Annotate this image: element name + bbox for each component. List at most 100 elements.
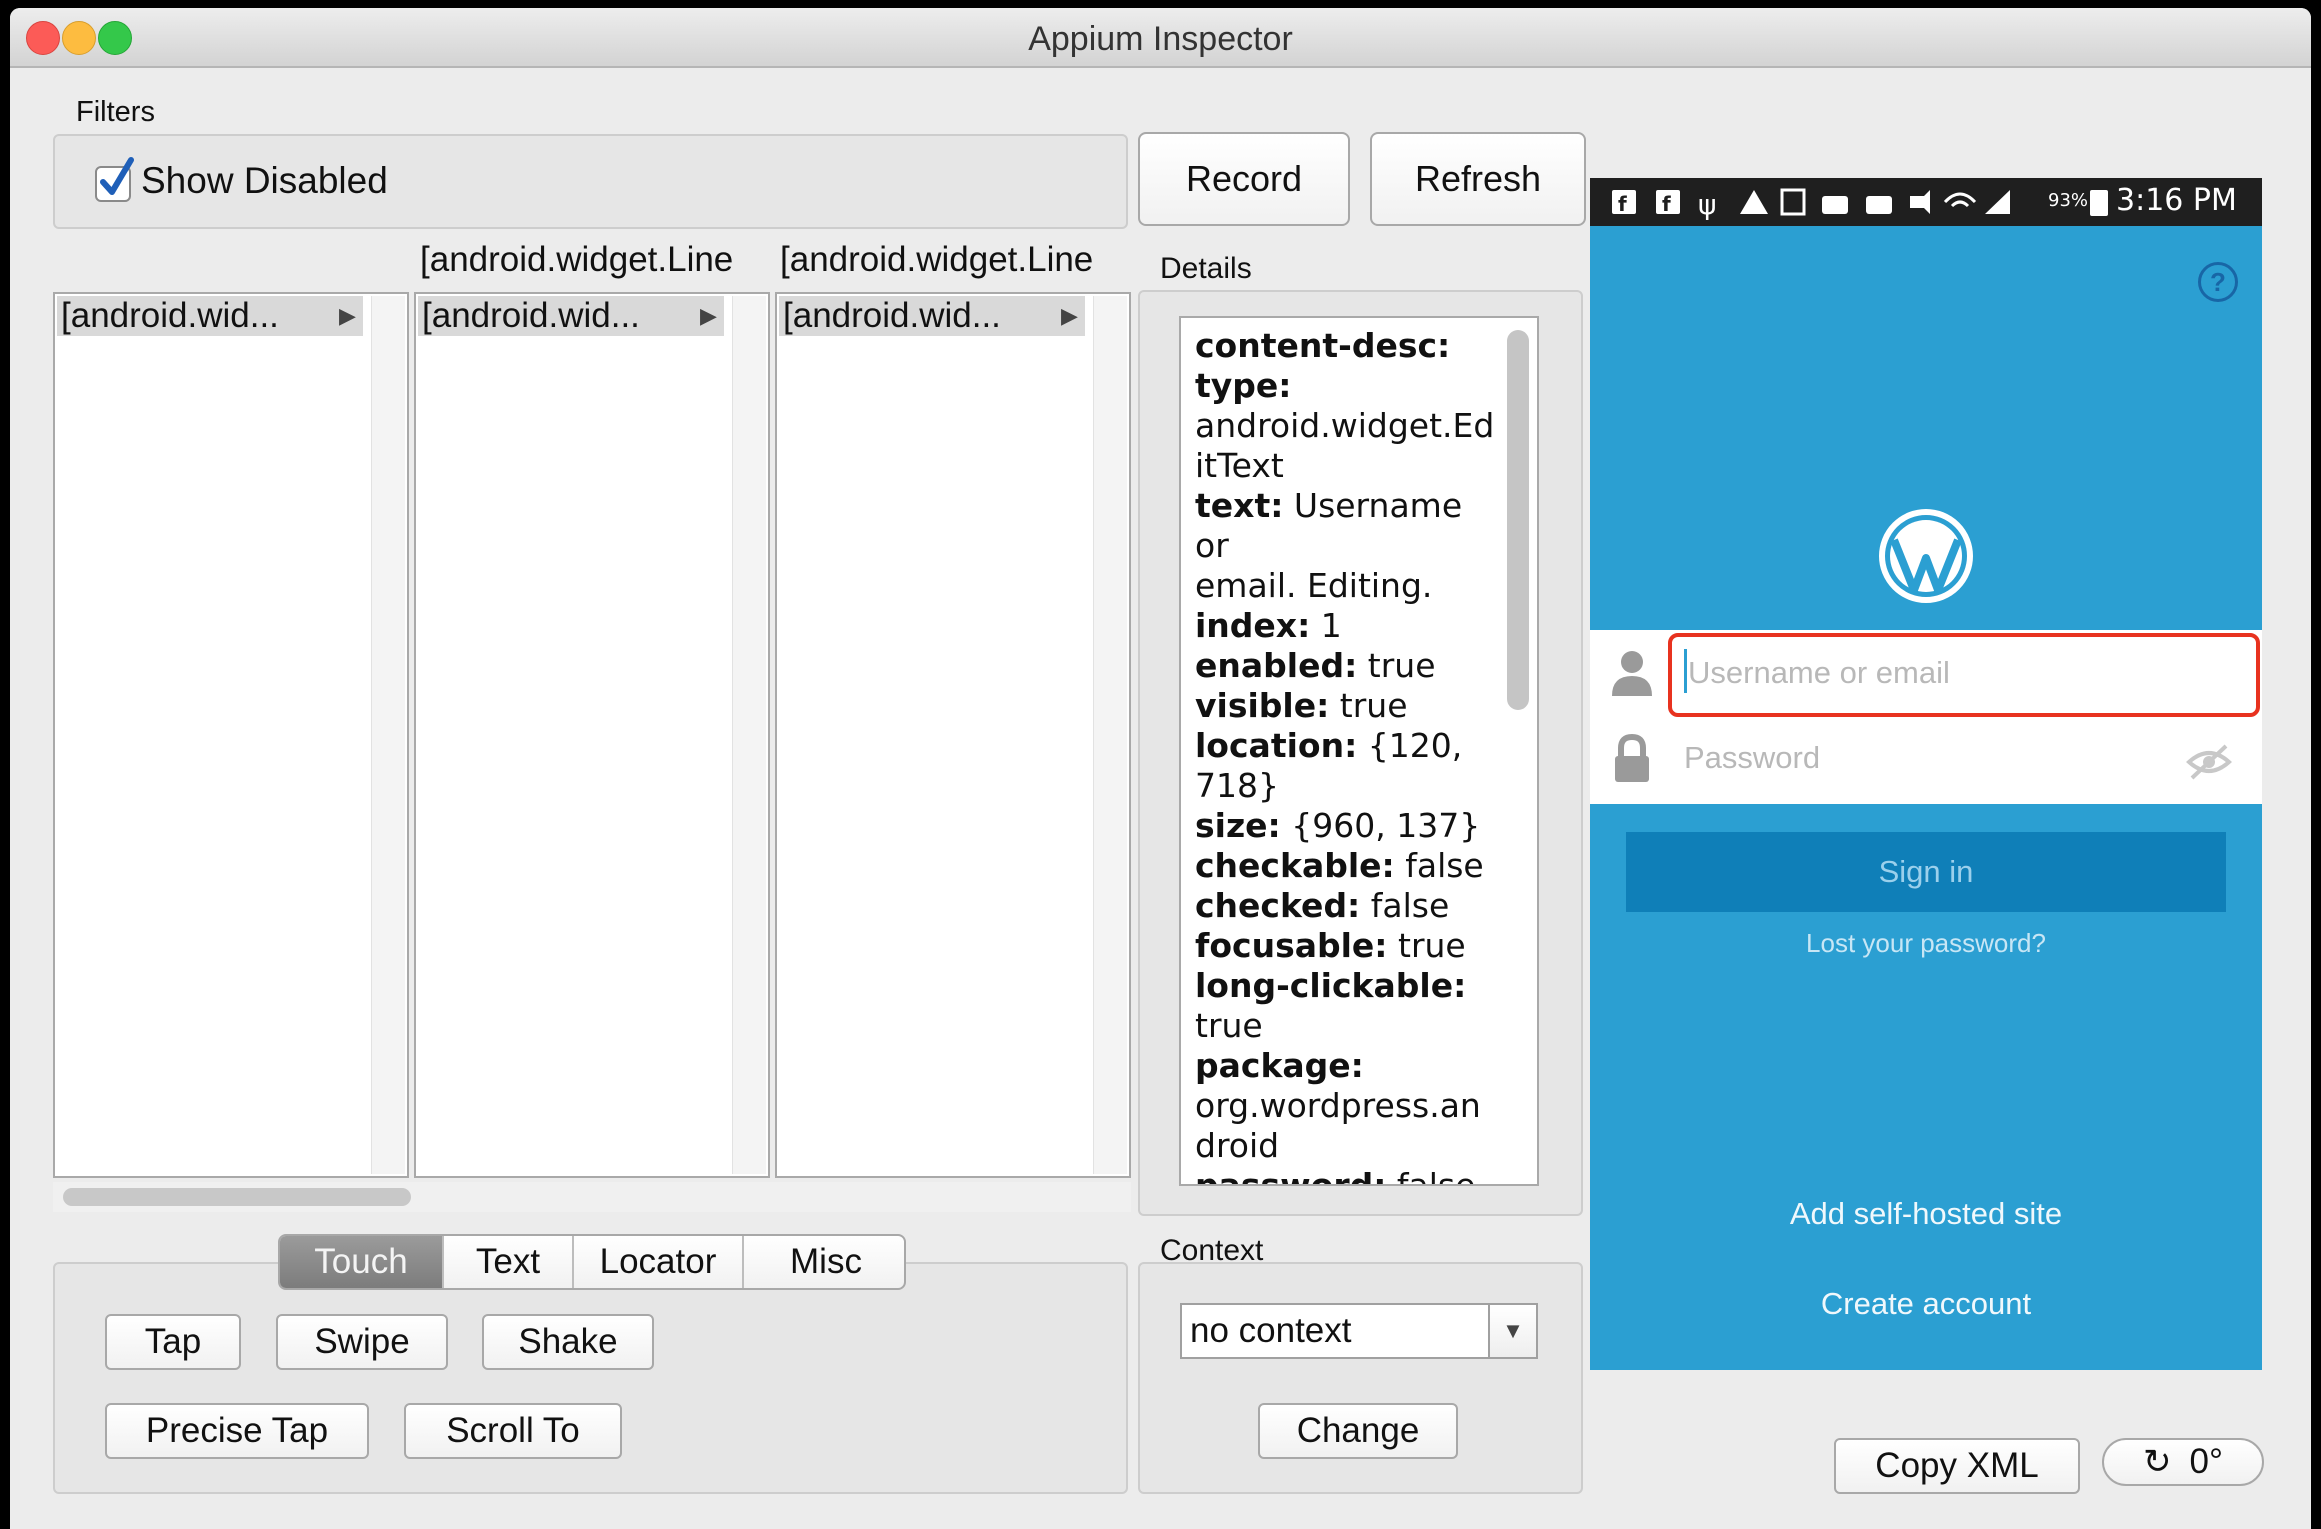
element-row[interactable]: [android.wid... ▶ — [779, 296, 1085, 336]
help-icon[interactable]: ? — [2198, 262, 2238, 302]
add-self-hosted-site-link[interactable]: Add self-hosted site — [1590, 1196, 2262, 1232]
swipe-button[interactable]: Swipe — [276, 1314, 448, 1370]
device-status-bar: f f ψ 93% 3:16 PM — [1590, 178, 2262, 226]
details-value: 718} — [1195, 766, 1279, 805]
details-value: android.widget.Ed — [1195, 406, 1495, 445]
password-input[interactable]: Password — [1684, 740, 1820, 776]
device-screenshot[interactable]: f f ψ 93% 3:16 PM ? Username or email Pa… — [1590, 178, 2262, 1370]
record-button[interactable]: Record — [1138, 132, 1350, 226]
column-header-3: [android.widget.Line — [780, 240, 1094, 279]
username-placeholder: Username or email — [1688, 655, 1950, 690]
tap-button[interactable]: Tap — [105, 1314, 241, 1370]
text-caret — [1684, 649, 1687, 693]
details-line: index: 1 — [1195, 606, 1495, 646]
details-key: focusable: — [1195, 926, 1388, 965]
show-disabled-checkbox[interactable] — [95, 157, 134, 202]
details-key: checkable: — [1195, 846, 1395, 885]
element-column-3[interactable]: [android.wid... ▶ — [775, 292, 1131, 1178]
filters-group: Show Disabled — [53, 134, 1128, 229]
change-context-button[interactable]: Change — [1258, 1403, 1458, 1459]
details-line: email. Editing. — [1195, 566, 1495, 606]
element-row-label: [android.wid... — [783, 296, 1001, 335]
expand-arrow-icon: ▶ — [700, 303, 717, 328]
details-key: password: — [1195, 1166, 1387, 1186]
expand-arrow-icon: ▶ — [1061, 303, 1078, 328]
details-line: package: — [1195, 1046, 1495, 1086]
details-key: size: — [1195, 806, 1281, 845]
element-row[interactable]: [android.wid... ▶ — [418, 296, 724, 336]
svg-text:f: f — [1618, 192, 1627, 216]
create-account-link[interactable]: Create account — [1590, 1286, 2262, 1322]
tab-text[interactable]: Text — [444, 1236, 574, 1288]
context-group — [1138, 1262, 1583, 1494]
details-scrollbar-thumb[interactable] — [1507, 330, 1529, 710]
shake-button[interactable]: Shake — [482, 1314, 654, 1370]
details-key: long-clickable: — [1195, 966, 1467, 1005]
app-window: Appium Inspector Filters Show Disabled R… — [10, 8, 2311, 1529]
details-value: true — [1357, 646, 1436, 685]
details-key: checked: — [1195, 886, 1361, 925]
details-value: org.wordpress.an — [1195, 1086, 1481, 1125]
details-key: location: — [1195, 726, 1358, 765]
details-line: enabled: true — [1195, 646, 1495, 686]
scroll-to-button[interactable]: Scroll To — [404, 1403, 622, 1459]
element-column-2[interactable]: [android.wid... ▶ — [414, 292, 770, 1178]
details-line: itText — [1195, 446, 1495, 486]
rotate-button[interactable]: ↻ 0° — [2102, 1438, 2264, 1486]
tab-misc[interactable]: Misc — [744, 1236, 904, 1288]
details-value: false — [1394, 846, 1484, 885]
details-line: long-clickable: — [1195, 966, 1495, 1006]
scrollbar-thumb[interactable] — [63, 1188, 411, 1206]
details-line: content-desc: — [1195, 326, 1495, 366]
element-column-1[interactable]: [android.wid... ▶ — [53, 292, 409, 1178]
element-row-label: [android.wid... — [61, 296, 279, 335]
details-value: true — [1329, 686, 1408, 725]
wordpress-logo-icon — [1879, 509, 1973, 603]
precise-tap-button[interactable]: Precise Tap — [105, 1403, 369, 1459]
details-line: visible: true — [1195, 686, 1495, 726]
element-row[interactable]: [android.wid... ▶ — [57, 296, 363, 336]
checkmark-icon — [100, 157, 134, 195]
sign-in-button[interactable]: Sign in — [1626, 832, 2226, 912]
column-scrollbar[interactable] — [371, 296, 405, 1174]
details-line: org.wordpress.an — [1195, 1086, 1495, 1126]
details-key: package: — [1195, 1046, 1364, 1085]
tab-touch[interactable]: Touch — [280, 1236, 444, 1288]
column-scrollbar[interactable] — [1093, 296, 1127, 1174]
filters-label: Filters — [76, 96, 155, 128]
details-text: content-desc: type: android.widget.Ed itTex… — [1195, 326, 1495, 1186]
expand-arrow-icon: ▶ — [339, 303, 356, 328]
actions-group — [53, 1262, 1128, 1494]
details-line: password: false — [1195, 1166, 1495, 1186]
details-line: checked: false — [1195, 886, 1495, 926]
details-value: false — [1360, 886, 1450, 925]
refresh-button[interactable]: Refresh — [1370, 132, 1586, 226]
hide-password-icon[interactable] — [2186, 744, 2232, 780]
details-panel[interactable]: content-desc: type: android.widget.Ed itTex… — [1179, 316, 1539, 1186]
tab-locator[interactable]: Locator — [574, 1236, 744, 1288]
chevron-down-icon[interactable]: ▼ — [1488, 1305, 1536, 1357]
details-value: itText — [1195, 446, 1284, 485]
battery-icon — [2090, 190, 2108, 216]
details-value: 1 — [1310, 606, 1342, 645]
details-line: type: — [1195, 366, 1495, 406]
column-scrollbar[interactable] — [732, 296, 766, 1174]
column-header-2: [android.widget.Line — [420, 240, 734, 279]
details-key: content-desc: — [1195, 326, 1451, 365]
battery-percent: 93% — [2048, 190, 2089, 211]
details-value: false — [1386, 1166, 1476, 1186]
username-input[interactable]: Username or email — [1668, 633, 2260, 717]
context-select[interactable]: no context ▼ — [1180, 1303, 1538, 1359]
copy-xml-button[interactable]: Copy XML — [1834, 1438, 2080, 1494]
details-line: android.widget.Ed — [1195, 406, 1495, 446]
details-line: droid — [1195, 1126, 1495, 1166]
details-line: focusable: true — [1195, 926, 1495, 966]
columns-horizontal-scrollbar[interactable] — [53, 1182, 1131, 1212]
lost-password-link[interactable]: Lost your password? — [1590, 928, 2262, 959]
details-value: {120, — [1357, 726, 1463, 765]
details-value: true — [1195, 1006, 1263, 1045]
svg-text:ψ: ψ — [1698, 188, 1716, 221]
details-value: true — [1387, 926, 1466, 965]
window-title: Appium Inspector — [1028, 20, 1293, 58]
details-label: Details — [1160, 252, 1252, 285]
